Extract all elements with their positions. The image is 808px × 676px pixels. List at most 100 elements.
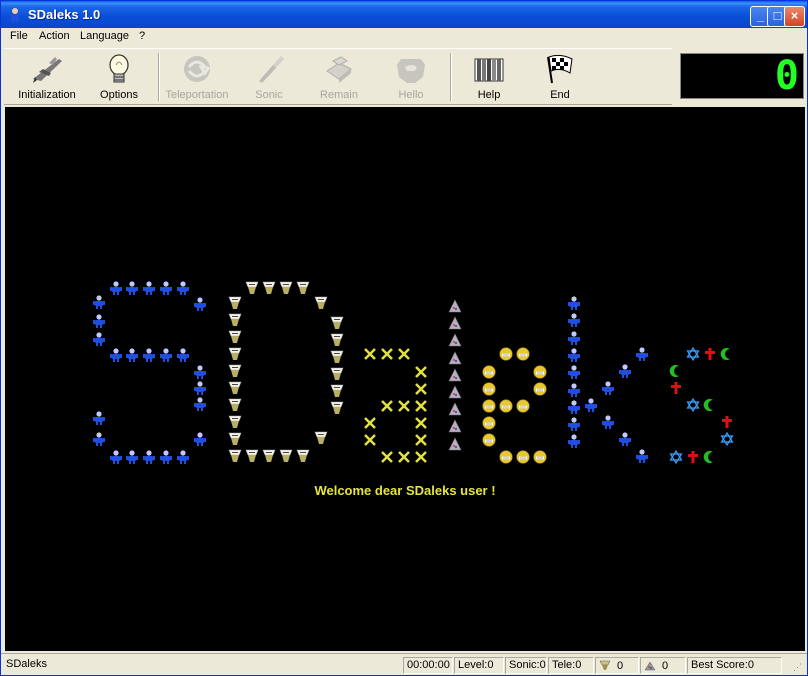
dalek-icon — [330, 401, 344, 415]
close-button[interactable]: × — [784, 6, 805, 27]
doctor-icon — [176, 450, 190, 464]
teleportation-button[interactable]: Teleportation — [162, 53, 232, 103]
teleport-icon — [184, 56, 211, 82]
dice-icon — [326, 56, 352, 83]
doctor-icon — [635, 347, 649, 361]
doctor-icon — [193, 397, 207, 411]
screwdriver-icon — [259, 56, 284, 83]
dalek-icon — [314, 431, 328, 445]
dalek-icon — [228, 381, 242, 395]
crescent-icon — [720, 347, 734, 361]
menu-action[interactable]: Action — [39, 30, 70, 42]
initialization-button[interactable]: Initialization — [12, 53, 82, 103]
title-bar[interactable]: SDaleks 1.0 _ □ × — [1, 1, 807, 29]
doctor-icon — [567, 434, 581, 448]
doctor-icon — [176, 281, 190, 295]
dalek-icon — [262, 281, 276, 295]
options-button[interactable]: Options — [84, 53, 154, 103]
remain-button[interactable]: Remain — [304, 53, 374, 103]
red-cross-icon — [703, 347, 717, 361]
status-sonic: Sonic:0 — [505, 657, 547, 674]
cross-mark-icon — [397, 399, 411, 413]
crescent-icon — [703, 398, 717, 412]
red-cross-icon — [686, 450, 700, 464]
smiley-icon — [516, 347, 530, 361]
sonic-label: Sonic — [255, 89, 283, 101]
doctor-icon — [567, 313, 581, 327]
checkered-flag-icon — [547, 54, 573, 84]
welcome-message: Welcome dear SDaleks user ! — [314, 483, 496, 498]
dalek-icon — [228, 313, 242, 327]
scrap-heap-icon — [448, 299, 462, 313]
doctor-icon — [567, 296, 581, 310]
sonic-button[interactable]: Sonic — [234, 53, 304, 103]
remain-label: Remain — [320, 89, 358, 101]
smiley-icon — [482, 399, 496, 413]
dalek-icon — [228, 330, 242, 344]
smiley-icon — [482, 365, 496, 379]
dalek-icon — [245, 281, 259, 295]
books-icon — [474, 58, 504, 82]
hello-label: Hello — [398, 89, 424, 101]
dalek-icon — [330, 367, 344, 381]
cross-mark-icon — [414, 365, 428, 379]
toolbar-separator — [158, 53, 160, 101]
smiley-icon — [482, 433, 496, 447]
doctor-icon — [109, 281, 123, 295]
end-button[interactable]: End — [525, 53, 595, 103]
red-cross-icon — [669, 381, 683, 395]
status-scrap-panel: 0 — [640, 657, 686, 674]
scrap-heap-icon — [448, 316, 462, 330]
doctor-icon — [142, 348, 156, 362]
dalek-icon — [228, 296, 242, 310]
cross-mark-icon — [414, 382, 428, 396]
help-button[interactable]: Help — [454, 53, 524, 103]
crescent-icon — [669, 364, 683, 378]
dalek-icon — [228, 432, 242, 446]
doctor-icon — [635, 449, 649, 463]
dalek-icon — [262, 449, 276, 463]
doctor-icon — [601, 381, 615, 395]
doctor-icon — [125, 450, 139, 464]
smiley-icon — [499, 399, 513, 413]
counter-digit: 0 — [774, 53, 799, 99]
doctor-icon — [92, 295, 106, 309]
status-app-name: SDaleks — [6, 658, 47, 670]
status-daleks-panel: 0 — [595, 657, 639, 674]
game-board[interactable]: Welcome dear SDaleks user ! — [5, 107, 805, 651]
status-bar: SDaleks 00:00:00 Level:0 Sonic:0 Tele:0 … — [1, 653, 807, 675]
doctor-icon — [567, 417, 581, 431]
hello-button[interactable]: Hello — [376, 53, 446, 103]
status-tele: Tele:0 — [548, 657, 594, 674]
crescent-icon — [703, 450, 717, 464]
score-counter: 0 — [680, 53, 804, 99]
red-cross-icon — [720, 415, 734, 429]
airplane-icon — [33, 57, 62, 83]
status-time: 00:00:00 — [403, 657, 453, 674]
doctor-icon — [109, 450, 123, 464]
menu-help[interactable]: ? — [139, 30, 145, 42]
resize-grip-icon[interactable]: ⋰ — [793, 662, 802, 673]
menu-file[interactable]: File — [10, 30, 28, 42]
dalek-icon — [228, 398, 242, 412]
phone-icon — [397, 59, 425, 83]
smiley-icon — [516, 399, 530, 413]
doctor-icon — [159, 450, 173, 464]
smiley-icon — [482, 382, 496, 396]
toolbar-separator — [450, 53, 452, 101]
scrap-heap-icon — [644, 661, 656, 671]
window-title: SDaleks 1.0 — [28, 7, 101, 22]
scrap-heap-icon — [448, 333, 462, 347]
cross-mark-icon — [363, 347, 377, 361]
dalek-icon — [330, 316, 344, 330]
smiley-icon — [533, 450, 547, 464]
cross-mark-icon — [397, 347, 411, 361]
doctor-icon — [176, 348, 190, 362]
doctor-icon — [193, 297, 207, 311]
menu-language[interactable]: Language — [80, 30, 129, 42]
doctor-icon — [159, 348, 173, 362]
menu-bar: File Action Language ? — [1, 28, 807, 47]
status-best-score: Best Score:0 — [687, 657, 782, 674]
initialization-label: Initialization — [18, 89, 76, 101]
help-label: Help — [477, 89, 501, 101]
